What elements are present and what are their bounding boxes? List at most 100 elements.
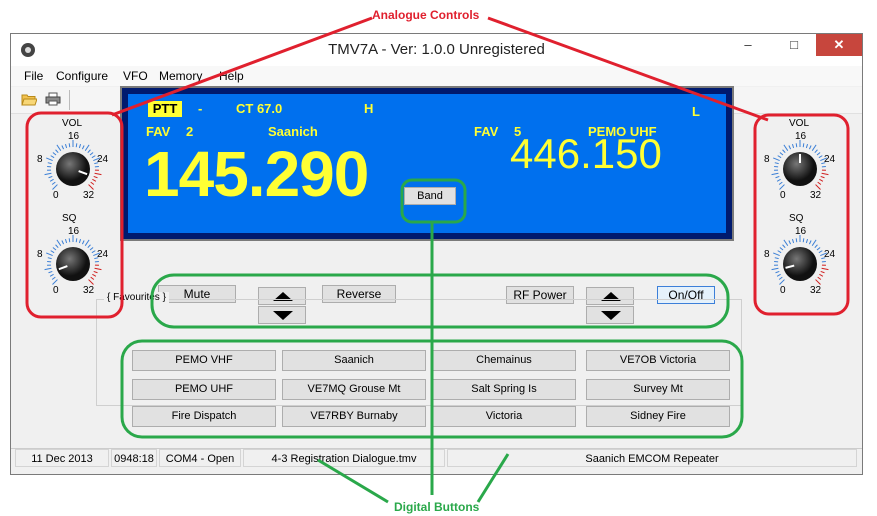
knob-tick <box>777 250 782 254</box>
knob-tick <box>782 244 786 249</box>
knob-tick <box>805 143 809 149</box>
left-vol-label: VOL <box>62 118 83 129</box>
knob-tick <box>91 250 96 254</box>
power-low-indicator: L <box>692 104 700 119</box>
right-vol-dial[interactable] <box>770 139 830 199</box>
favourite-button[interactable]: Chemainus <box>432 350 576 371</box>
knob-tick <box>89 152 94 156</box>
knob-tick <box>820 252 827 257</box>
knob-tick <box>777 155 782 159</box>
knob-tick <box>50 250 55 254</box>
favourite-button[interactable]: Salt Spring Is <box>432 379 576 400</box>
vfo-b-frequency: 446.150 <box>510 130 662 177</box>
minimize-button[interactable]: – <box>726 34 770 56</box>
knob-tick <box>78 143 82 149</box>
knob-tick <box>84 239 90 246</box>
right-vol-scale-left: 8 <box>764 154 770 165</box>
print-icon[interactable] <box>45 92 61 106</box>
knob-tick <box>820 157 827 162</box>
knob-tick <box>776 273 781 277</box>
knob-tick <box>774 162 779 165</box>
knob-tick <box>91 155 96 159</box>
favourite-button[interactable]: Sidney Fire <box>586 406 730 427</box>
knob-tick <box>774 257 779 260</box>
favourites-legend: { Favourites } <box>104 292 169 303</box>
knob-tick <box>815 184 821 190</box>
menu-vfo[interactable]: VFO <box>123 69 148 83</box>
knob-tick <box>819 178 824 182</box>
toolbar-separator <box>69 90 70 110</box>
favourite-button[interactable]: VE7OB Victoria <box>586 350 730 371</box>
shift-indicator: - <box>198 101 203 116</box>
status-time: 0948:18 <box>111 449 157 467</box>
knob-tick <box>49 178 54 182</box>
favourite-button[interactable]: Fire Dispatch <box>132 406 276 427</box>
knob-tick <box>802 143 805 148</box>
knob-tick <box>52 152 57 156</box>
knob-tick <box>75 238 78 243</box>
analogue-controls-caption: Analogue Controls <box>372 8 480 22</box>
right-sq-dial[interactable] <box>770 234 830 294</box>
knob-tick <box>46 252 53 257</box>
knob-tick <box>795 143 798 148</box>
knob-tick <box>815 279 821 285</box>
knob-tick <box>81 240 85 245</box>
favourite-button[interactable]: VE7MQ Grouse Mt <box>282 379 426 400</box>
knob-tick <box>51 276 56 280</box>
right-vol-knob[interactable]: VOL 16 8 24 0 32 <box>760 118 840 216</box>
power-high-indicator: H <box>364 101 374 116</box>
left-sq-knob[interactable]: SQ 16 8 24 0 32 <box>33 213 113 311</box>
knob-tick <box>48 270 53 274</box>
knob-tick <box>805 238 809 244</box>
left-vol-dial[interactable] <box>43 139 103 199</box>
knob-tick <box>817 181 822 185</box>
radio-display-frame: PTT - CT 67.0 H L FAV 2 Saanich 145.290 … <box>120 86 734 241</box>
knob-tick <box>68 143 71 148</box>
favourite-button[interactable]: Victoria <box>432 406 576 427</box>
band-button[interactable]: Band <box>404 187 456 205</box>
menu-help[interactable]: Help <box>219 69 244 83</box>
knob-tick <box>776 178 781 182</box>
close-button[interactable]: ✕ <box>816 34 862 56</box>
menu-configure[interactable]: Configure <box>56 69 108 83</box>
favourite-button[interactable]: VE7RBY Burnaby <box>282 406 426 427</box>
left-sq-dial[interactable] <box>43 234 103 294</box>
status-file: 4-3 Registration Dialogue.tmv <box>243 449 445 467</box>
knob-tick <box>773 157 780 162</box>
knob-tick <box>44 267 52 271</box>
knob-tick <box>52 184 58 190</box>
menu-memory[interactable]: Memory <box>159 69 202 83</box>
maximize-button[interactable]: □ <box>772 34 816 56</box>
title-bar[interactable]: TMV7A - Ver: 1.0.0 Unregistered – □ ✕ <box>11 34 862 66</box>
knob-tick <box>814 149 818 154</box>
knob-tick <box>788 145 792 150</box>
knob-tick <box>64 143 68 149</box>
knob-tick <box>795 238 798 243</box>
favourite-button[interactable]: Saanich <box>282 350 426 371</box>
favourite-button[interactable]: Survey Mt <box>586 379 730 400</box>
knob-tick <box>46 157 53 162</box>
left-vol-knob[interactable]: VOL 16 8 24 0 32 <box>33 118 113 216</box>
knob-tick <box>50 155 55 159</box>
knob-tick <box>817 276 822 280</box>
knob-tick <box>94 267 102 271</box>
knob-tick <box>779 247 784 251</box>
favourite-button[interactable]: PEMO VHF <box>132 350 276 371</box>
knob-tick <box>56 239 62 246</box>
knob-tick <box>47 162 52 165</box>
knob-tick <box>779 184 785 190</box>
knob-tick <box>84 144 90 151</box>
status-port: COM4 - Open <box>159 449 241 467</box>
knob-tick <box>52 279 58 285</box>
menu-file[interactable]: File <box>24 69 43 83</box>
knob-tick <box>783 144 789 151</box>
right-sq-knob[interactable]: SQ 16 8 24 0 32 <box>760 213 840 311</box>
favourite-button[interactable]: PEMO UHF <box>132 379 276 400</box>
knob-tick <box>94 172 102 176</box>
open-folder-icon[interactable] <box>21 92 37 106</box>
knob-tick <box>814 244 818 249</box>
knob-tick <box>94 257 99 260</box>
knob-tick <box>820 270 825 274</box>
left-sq-scale-left: 8 <box>37 249 43 260</box>
knob-tick <box>791 238 795 244</box>
